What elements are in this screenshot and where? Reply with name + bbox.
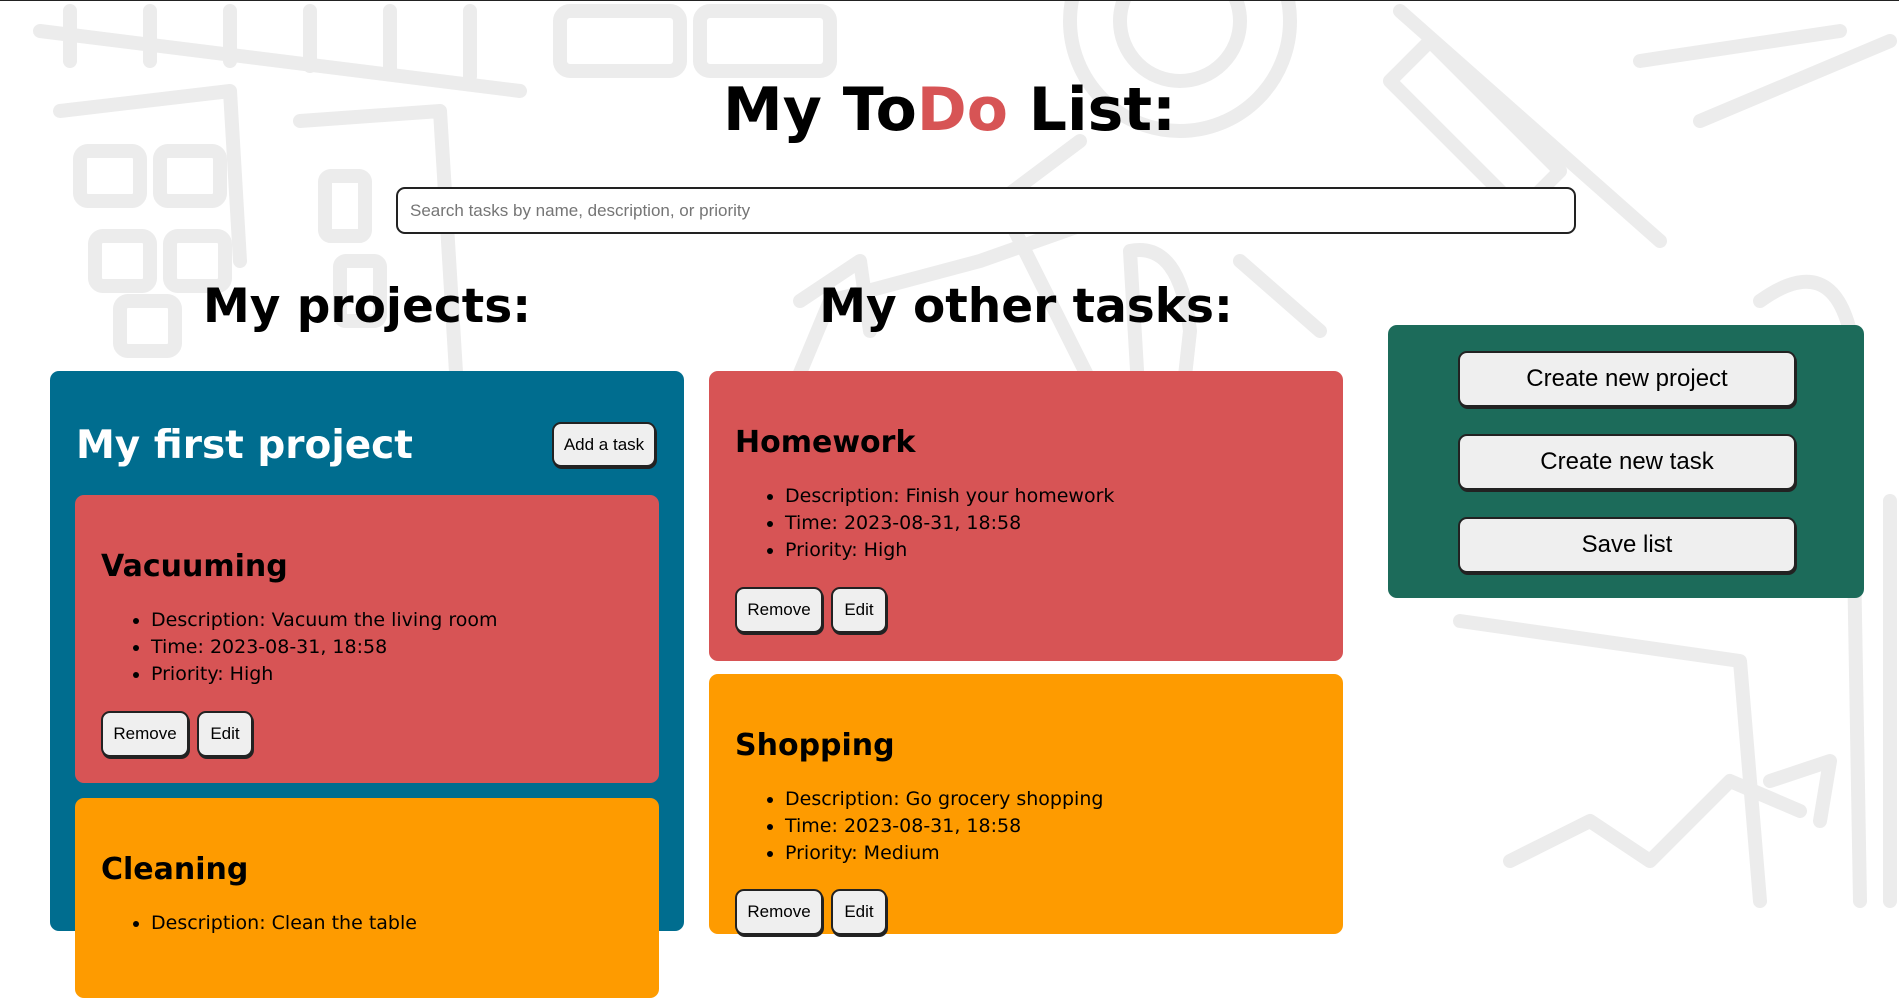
task-priority: Priority: Medium — [785, 840, 1265, 867]
page-title: My ToDo List: — [0, 75, 1899, 145]
actions-panel: Create new project Create new task Save … — [1388, 325, 1864, 598]
edit-task-button[interactable]: Edit — [831, 587, 887, 633]
task-name: Shopping — [735, 728, 895, 763]
save-list-button[interactable]: Save list — [1458, 517, 1796, 573]
task-priority: Priority: High — [785, 537, 1265, 564]
title-suffix: List: — [1007, 75, 1176, 145]
task-details: Description: Finish your homework Time: … — [735, 483, 1265, 564]
task-time: Time: 2023-08-31, 18:58 — [785, 813, 1265, 840]
other-tasks-heading: My other tasks: — [819, 279, 1233, 334]
task-actions: Remove Edit — [735, 587, 887, 633]
add-task-button[interactable]: Add a task — [552, 422, 656, 467]
task-card-cleaning: Cleaning Description: Clean the table — [75, 798, 659, 998]
task-details: Description: Clean the table — [101, 910, 631, 937]
task-name: Cleaning — [101, 852, 249, 887]
projects-heading: My projects: — [203, 279, 531, 334]
create-project-button[interactable]: Create new project — [1458, 351, 1796, 407]
other-tasks-list: Homework Description: Finish your homewo… — [709, 371, 1343, 935]
remove-task-button[interactable]: Remove — [101, 711, 189, 757]
task-time: Time: 2023-08-31, 18:58 — [151, 634, 631, 661]
task-card-shopping: Shopping Description: Go grocery shoppin… — [709, 674, 1343, 935]
task-card-vacuuming: Vacuuming Description: Vacuum the living… — [75, 495, 659, 783]
task-description: Description: Vacuum the living room — [151, 607, 631, 634]
task-name: Vacuuming — [101, 549, 288, 584]
task-description: Description: Clean the table — [151, 910, 631, 937]
task-actions: Remove Edit — [735, 889, 887, 935]
task-description: Description: Go grocery shopping — [785, 786, 1265, 813]
title-prefix: My To — [723, 75, 917, 145]
task-priority: Priority: High — [151, 661, 631, 688]
task-actions: Remove Edit — [101, 711, 253, 757]
search-input[interactable] — [396, 187, 1576, 234]
task-card-homework: Homework Description: Finish your homewo… — [709, 371, 1343, 661]
title-accent: Do — [916, 75, 1008, 145]
project-card: My first project Add a task Vacuuming De… — [50, 371, 684, 998]
edit-task-button[interactable]: Edit — [197, 711, 253, 757]
task-time: Time: 2023-08-31, 18:58 — [785, 510, 1265, 537]
project-title: My first project — [76, 423, 413, 468]
edit-task-button[interactable]: Edit — [831, 889, 887, 935]
task-details: Description: Go grocery shopping Time: 2… — [735, 786, 1265, 867]
remove-task-button[interactable]: Remove — [735, 587, 823, 633]
task-details: Description: Vacuum the living room Time… — [101, 607, 631, 688]
task-description: Description: Finish your homework — [785, 483, 1265, 510]
create-task-button[interactable]: Create new task — [1458, 434, 1796, 490]
task-name: Homework — [735, 425, 916, 460]
remove-task-button[interactable]: Remove — [735, 889, 823, 935]
